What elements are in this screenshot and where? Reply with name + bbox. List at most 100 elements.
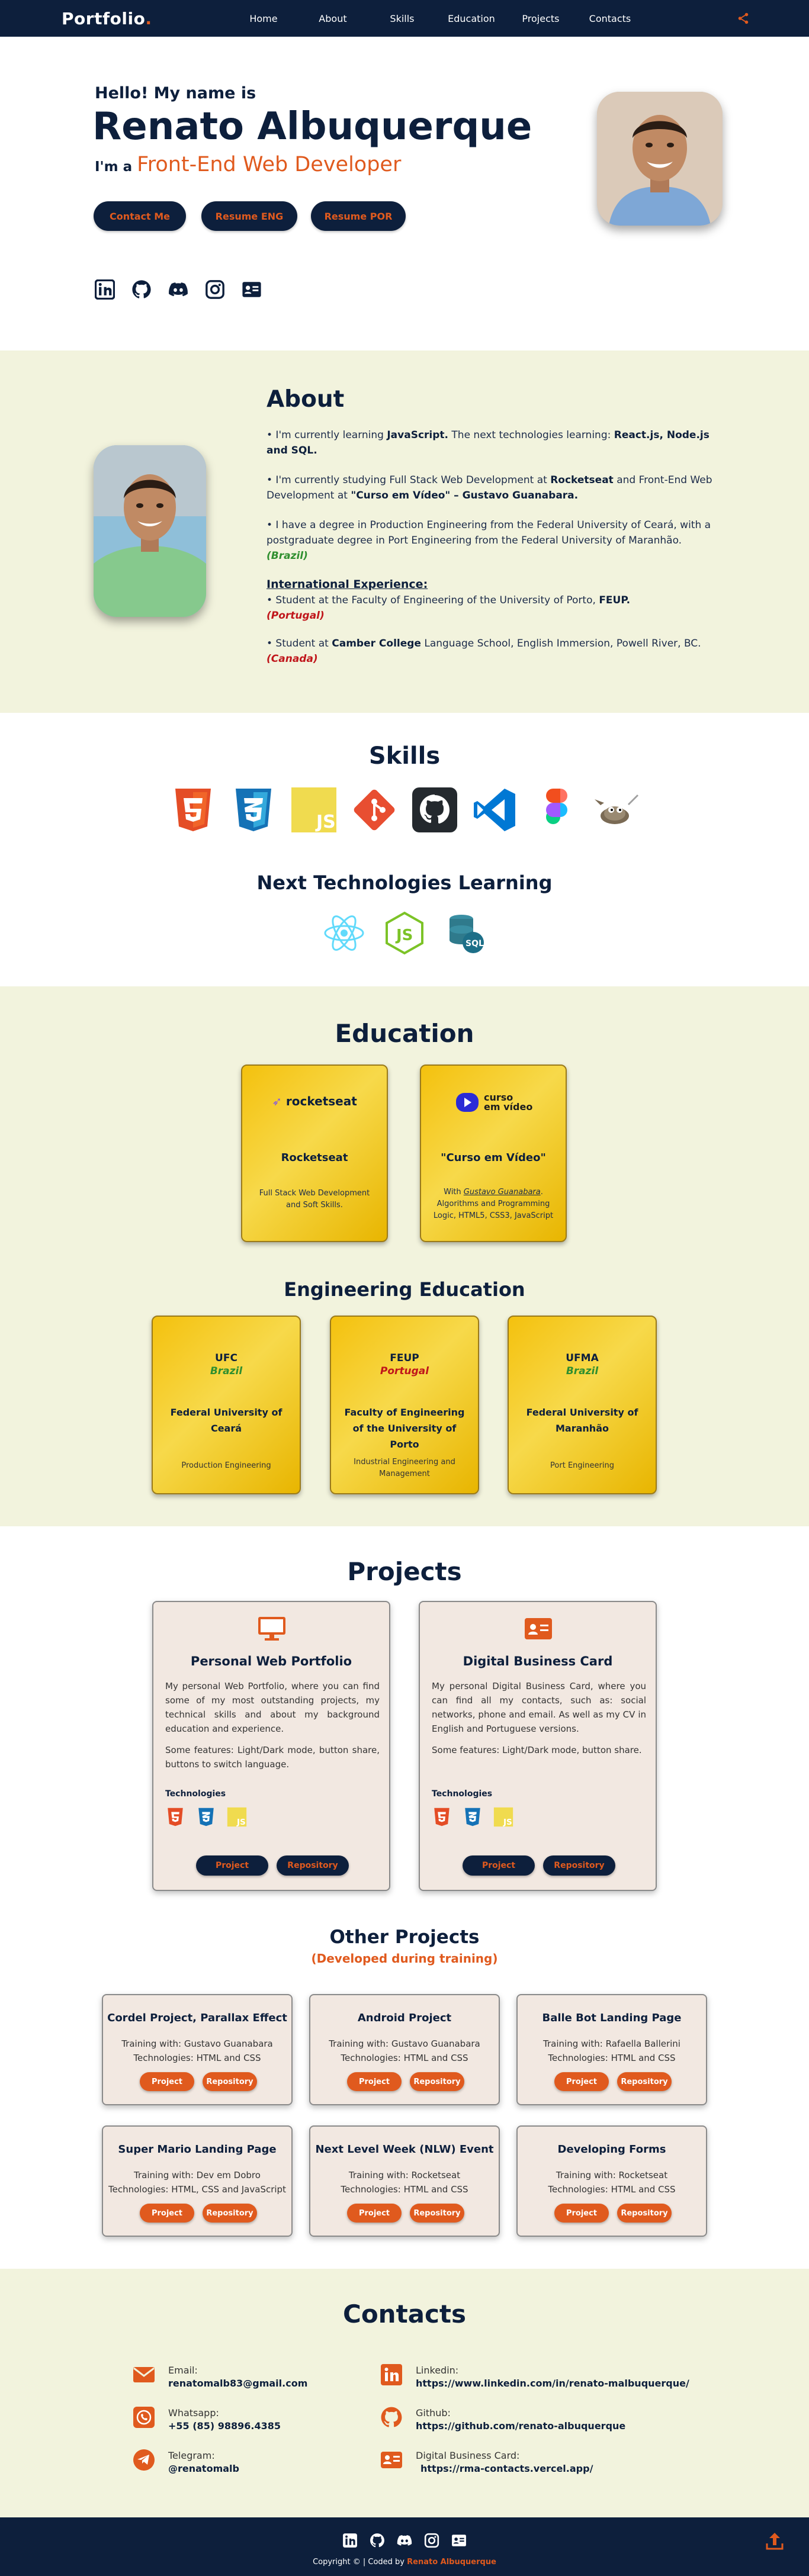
repository-link-button[interactable]: Repository — [277, 1855, 349, 1876]
other-project-card: Next Level Week (NLW) Event Training wit… — [309, 2125, 500, 2237]
training-with: Training with: Rafaella Ballerini — [543, 2038, 680, 2049]
skills-title: Skills — [368, 742, 441, 770]
project-link-button[interactable]: Project — [196, 1855, 268, 1876]
contact-value: @renatomalb — [168, 2463, 239, 2474]
repository-link-button[interactable]: Repository — [203, 2204, 257, 2223]
project-card-business-card: Digital Business Card My personal Digita… — [419, 1601, 657, 1891]
resume-por-button[interactable]: Resume POR — [311, 201, 406, 231]
international-experience-title: International Experience: — [267, 578, 428, 591]
nav-skills[interactable]: Skills — [367, 13, 436, 24]
logo-text: rocketseat — [285, 1094, 357, 1108]
university-course: Port Engineering — [550, 1461, 614, 1470]
university-name: Federal University of Maranhão — [526, 1407, 638, 1434]
course-description: With Gustavo Guanabara. Algorithms and P… — [421, 1186, 566, 1222]
other-project-details: Training with: Rocketseat Technologies: H… — [518, 2168, 706, 2196]
university-name: Federal University of Ceará — [170, 1407, 282, 1434]
play-icon — [456, 1093, 479, 1112]
github-icon[interactable] — [370, 2533, 385, 2548]
university-course: Production Engineering — [181, 1461, 271, 1470]
other-project-title: Next Level Week (NLW) Event — [315, 2143, 494, 2156]
project-link-button[interactable]: Project — [140, 2072, 194, 2091]
instagram-icon[interactable] — [205, 279, 225, 300]
other-project-card: Android Project Training with: Gustavo G… — [309, 1994, 500, 2105]
about-text: • I'm currently learning — [267, 429, 387, 441]
linkedin-icon[interactable] — [95, 279, 115, 300]
css3-icon — [465, 1808, 480, 1826]
share-icon[interactable] — [737, 12, 750, 25]
nav-about[interactable]: About — [298, 13, 367, 24]
linkedin-icon[interactable] — [342, 2533, 358, 2548]
technologies: Technologies: HTML and CSS — [133, 2053, 261, 2063]
about-text: • I have a degree in Production Engineer… — [267, 519, 711, 546]
logo[interactable]: Portfolio. — [62, 9, 152, 28]
university-abbr: UFC — [215, 1352, 237, 1364]
about-text: • Student at the Faculty of Engineering … — [267, 594, 599, 606]
discord-icon[interactable] — [168, 279, 188, 300]
project-link-button[interactable]: Project — [347, 2204, 402, 2223]
about-place-canada: (Canada) — [267, 653, 318, 665]
hero-section: Hello! My name is Renato Albuquerque I'm… — [0, 37, 809, 350]
training-with: Training with: Dev em Dobro — [134, 2170, 261, 2181]
about-paragraph-5: • Student at Camber College Language Sch… — [267, 636, 717, 667]
html5-icon — [168, 1808, 183, 1826]
logo-text: em vídeo — [484, 1101, 533, 1112]
javascript-icon: JS — [291, 787, 336, 832]
project-link-button[interactable]: Project — [554, 2072, 609, 2091]
github-icon — [412, 787, 457, 832]
other-project-title: Android Project — [357, 2012, 452, 2024]
project-link-button[interactable]: Project — [347, 2072, 402, 2091]
training-with: Training with: Gustavo Guanabara — [121, 2038, 273, 2049]
github-icon[interactable] — [131, 279, 152, 300]
resume-eng-button[interactable]: Resume ENG — [201, 201, 297, 231]
project-features: Some features: Light/Dark mode, button s… — [432, 1745, 642, 1755]
project-link-button[interactable]: Project — [463, 1855, 535, 1876]
project-features: Some features: Light/Dark mode, button s… — [165, 1745, 380, 1770]
project-description: My personal Web Portfolio, where you can… — [165, 1681, 380, 1734]
contact-label: Telegram: — [168, 2450, 215, 2461]
nav-contacts[interactable]: Contacts — [575, 13, 644, 24]
nav-home[interactable]: Home — [229, 13, 298, 24]
university-country: Brazil — [566, 1365, 599, 1377]
contact-card-icon[interactable] — [451, 2533, 467, 2548]
other-project-details: Training with: Gustavo Guanabara Technolo… — [103, 2037, 291, 2065]
discord-icon[interactable] — [397, 2533, 412, 2548]
repository-link-button[interactable]: Repository — [617, 2072, 672, 2091]
upload-icon[interactable] — [764, 2530, 785, 2552]
vscode-icon — [474, 789, 515, 831]
training-with: Training with: Gustavo Guanabara — [329, 2038, 480, 2049]
repository-link-button[interactable]: Repository — [410, 2204, 464, 2223]
engineering-education-title: Engineering Education — [284, 1278, 525, 1301]
contact-value: https://rma-contacts.vercel.app/ — [420, 2463, 593, 2474]
instagram-icon[interactable] — [424, 2533, 439, 2548]
gustavo-guanabara-link[interactable]: Gustavo Guanabara — [464, 1188, 541, 1197]
sql-icon: SQL — [450, 915, 484, 953]
svg-text:JS: JS — [236, 1818, 246, 1827]
repository-link-button[interactable]: Repository — [203, 2072, 257, 2091]
course-description: Full Stack Web Development and Soft Skil… — [259, 1189, 370, 1210]
role-prefix: I'm a — [95, 159, 137, 175]
about-place-portugal: (Portugal) — [267, 610, 325, 622]
about-highlight: JavaScript. — [387, 429, 448, 441]
nav-projects[interactable]: Projects — [506, 13, 575, 24]
repository-link-button[interactable]: Repository — [617, 2204, 672, 2223]
repository-link-button[interactable]: Repository — [410, 2072, 464, 2091]
nav-education[interactable]: Education — [436, 13, 506, 24]
nav-menu: Home About Skills Education Projects Con… — [229, 13, 644, 24]
contact-me-button[interactable]: Contact Me — [94, 201, 186, 231]
git-icon — [354, 789, 395, 831]
university-abbr: FEUP — [390, 1352, 419, 1364]
project-link-button[interactable]: Project — [140, 2204, 194, 2223]
university-course: Industrial Engineering and Management — [354, 1458, 455, 1478]
svg-text:JS: JS — [315, 812, 336, 832]
svg-text:JS: JS — [395, 927, 413, 944]
about-text: • I'm currently studying Full Stack Web … — [267, 474, 551, 486]
university-country: Portugal — [380, 1365, 429, 1377]
html5-icon — [434, 1808, 450, 1826]
contact-card-icon[interactable] — [242, 279, 262, 300]
repository-link-button[interactable]: Repository — [543, 1855, 615, 1876]
education-section: Education ➶ rocketseat Rocketseat Full S… — [0, 986, 809, 1526]
other-project-title: Developing Forms — [557, 2143, 666, 2156]
javascript-icon: JS — [493, 1807, 513, 1827]
university-abbr: UFMA — [566, 1352, 599, 1364]
project-link-button[interactable]: Project — [554, 2204, 609, 2223]
